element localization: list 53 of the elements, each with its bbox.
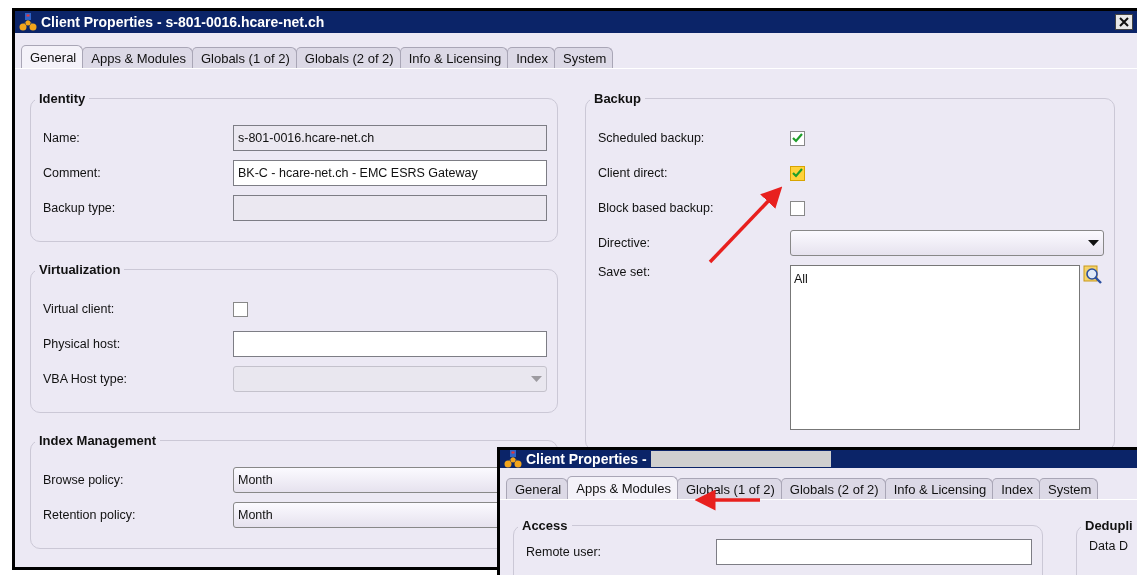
tab[interactable]: Index: [507, 47, 555, 68]
field-label: Browse policy:: [43, 473, 125, 487]
field-label: Backup type:: [43, 201, 117, 215]
field-label: Remote user:: [526, 545, 603, 559]
field-label: Data D: [1089, 539, 1129, 553]
network-nodes-icon: [19, 13, 37, 31]
field-label: Directive:: [598, 236, 652, 250]
checkmark-icon: [792, 168, 803, 178]
caret-icon: [531, 376, 542, 382]
search-icon[interactable]: [1083, 265, 1103, 285]
field-label: VBA Host type:: [43, 372, 129, 386]
tab[interactable]: Globals (1 of 2): [191, 47, 297, 68]
tab[interactable]: Info & Licensing: [884, 478, 994, 499]
checkbox[interactable]: [233, 301, 248, 317]
tab[interactable]: General: [21, 45, 84, 68]
field-label: Retention policy:: [43, 508, 137, 522]
tab[interactable]: Index: [992, 478, 1040, 499]
tab[interactable]: System: [1039, 478, 1099, 499]
tab[interactable]: Apps & Modules: [82, 47, 193, 68]
tab[interactable]: Info & Licensing: [399, 47, 509, 68]
tab[interactable]: General: [506, 478, 569, 499]
field-label: Comment:: [43, 166, 102, 180]
field-label: Virtual client:: [43, 302, 116, 316]
field-label: Save set:: [598, 265, 652, 279]
checkmark-icon: [792, 133, 803, 143]
tab[interactable]: System: [554, 47, 614, 68]
checkbox[interactable]: [790, 130, 805, 146]
group-title: Identity: [38, 91, 87, 106]
close-icon: [1119, 17, 1129, 27]
text-field[interactable]: BK-C - hcare-net.ch - EMC ESRS Gateway: [233, 160, 547, 186]
group-title: Backup: [593, 91, 642, 106]
field-label: Physical host:: [43, 337, 122, 351]
network-nodes-icon: [504, 450, 522, 468]
tab[interactable]: Apps & Modules: [567, 476, 678, 499]
group-title: Index Management: [38, 433, 158, 448]
field-label: Block based backup:: [598, 201, 715, 215]
text-area[interactable]: All: [790, 265, 1080, 430]
dropdown[interactable]: [790, 230, 1104, 256]
caret-icon: [1088, 240, 1099, 246]
field-label: Scheduled backup:: [598, 131, 706, 145]
tab[interactable]: Globals (2 of 2): [295, 47, 401, 68]
group-title: Virtualization: [38, 262, 122, 277]
checkbox[interactable]: [790, 165, 805, 181]
tab[interactable]: Globals (2 of 2): [780, 478, 886, 499]
field-label: Client direct:: [598, 166, 669, 180]
window-title: Client Properties - s-801-0016.hcare-net.ch: [41, 14, 325, 30]
checkbox[interactable]: [790, 200, 805, 216]
close-button[interactable]: [1115, 14, 1133, 30]
group-title: Dedupli: [1084, 518, 1134, 533]
text-field[interactable]: [716, 539, 1032, 565]
text-field[interactable]: [233, 331, 547, 357]
window-title: Client Properties -: [526, 451, 647, 467]
field-label: Name:: [43, 131, 81, 145]
